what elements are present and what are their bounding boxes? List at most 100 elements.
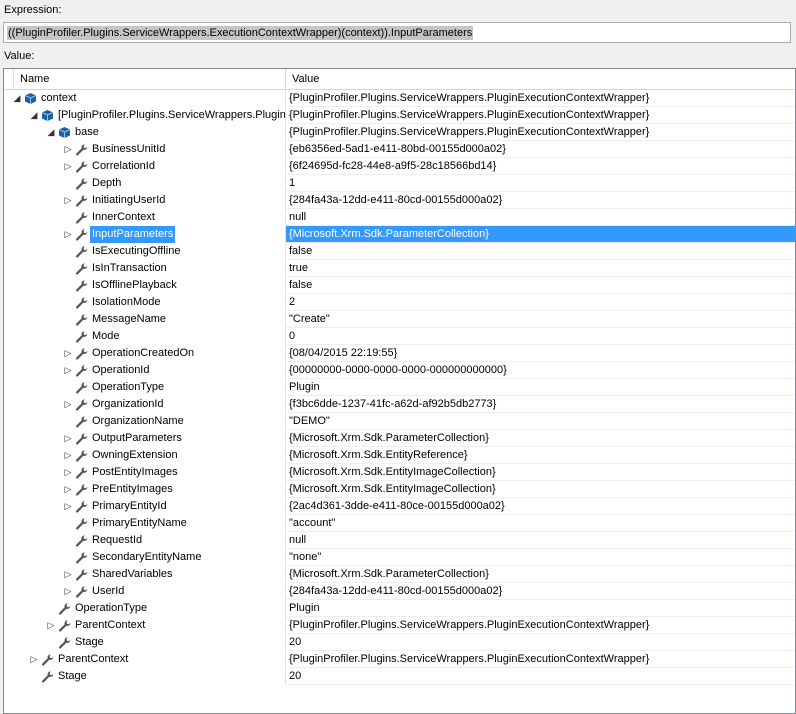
- name-cell[interactable]: InnerContext: [4, 209, 286, 226]
- name-cell[interactable]: IsExecutingOffline: [4, 243, 286, 260]
- property-value[interactable]: {284fa43a-12dd-e411-80cd-00155d000a02}: [286, 583, 795, 600]
- expand-arrow-icon[interactable]: ▷: [63, 141, 73, 158]
- property-value[interactable]: 1: [286, 175, 795, 192]
- expand-arrow-icon[interactable]: ▷: [63, 362, 73, 379]
- property-value[interactable]: Plugin: [286, 600, 795, 617]
- name-cell[interactable]: RequestId: [4, 532, 286, 549]
- table-row[interactable]: ▷ SharedVariables {Microsoft.Xrm.Sdk.Param…: [4, 566, 795, 583]
- table-row[interactable]: OperationType Plugin: [4, 379, 795, 396]
- name-cell[interactable]: Depth: [4, 175, 286, 192]
- expand-arrow-icon[interactable]: ▷: [63, 583, 73, 600]
- name-cell[interactable]: IsolationMode: [4, 294, 286, 311]
- expand-arrow-icon[interactable]: ▷: [63, 345, 73, 362]
- table-row[interactable]: IsolationMode 2: [4, 294, 795, 311]
- name-cell[interactable]: ▷ SharedVariables: [4, 566, 286, 583]
- property-value[interactable]: 20: [286, 668, 795, 685]
- property-value[interactable]: Plugin: [286, 379, 795, 396]
- name-cell[interactable]: ▷ OrganizationId: [4, 396, 286, 413]
- name-cell[interactable]: IsInTransaction: [4, 260, 286, 277]
- column-header-value[interactable]: Value: [286, 69, 795, 89]
- table-row[interactable]: OperationType Plugin: [4, 600, 795, 617]
- name-cell[interactable]: ▷ InitiatingUserId: [4, 192, 286, 209]
- name-cell[interactable]: ▷ UserId: [4, 583, 286, 600]
- name-cell[interactable]: ▷ PostEntityImages: [4, 464, 286, 481]
- name-cell[interactable]: ▷ ParentContext: [4, 617, 286, 634]
- name-cell[interactable]: ◢ base: [4, 124, 286, 141]
- table-row[interactable]: PrimaryEntityName "account": [4, 515, 795, 532]
- name-cell[interactable]: SecondaryEntityName: [4, 549, 286, 566]
- expand-arrow-icon[interactable]: ▷: [63, 158, 73, 175]
- table-row[interactable]: OrganizationName "DEMO": [4, 413, 795, 430]
- property-value[interactable]: {PluginProfiler.Plugins.ServiceWrappers.…: [286, 107, 795, 124]
- name-cell[interactable]: ▷ CorrelationId: [4, 158, 286, 175]
- property-value[interactable]: false: [286, 243, 795, 260]
- table-row[interactable]: SecondaryEntityName "none": [4, 549, 795, 566]
- table-row[interactable]: RequestId null: [4, 532, 795, 549]
- table-row[interactable]: ▷ OperationCreatedOn {08/04/2015 22:19:55}: [4, 345, 795, 362]
- table-row[interactable]: Mode 0: [4, 328, 795, 345]
- table-row[interactable]: ▷ InputParameters {Microsoft.Xrm.Sdk.Param…: [4, 226, 795, 243]
- name-cell[interactable]: OrganizationName: [4, 413, 286, 430]
- property-value[interactable]: {Microsoft.Xrm.Sdk.EntityImageCollection…: [286, 481, 795, 498]
- property-value[interactable]: "DEMO": [286, 413, 795, 430]
- table-row[interactable]: ▷ ParentContext {PluginProfiler.Plugins.Se…: [4, 617, 795, 634]
- property-value[interactable]: {Microsoft.Xrm.Sdk.ParameterCollection}: [286, 226, 795, 243]
- property-value[interactable]: {284fa43a-12dd-e411-80cd-00155d000a02}: [286, 192, 795, 209]
- property-value[interactable]: {Microsoft.Xrm.Sdk.EntityImageCollection…: [286, 464, 795, 481]
- name-cell[interactable]: ▷ InputParameters: [4, 226, 286, 243]
- watch-grid[interactable]: Name Value ◢ context {PluginProfiler.Plugi…: [3, 68, 796, 714]
- property-value[interactable]: null: [286, 209, 795, 226]
- table-row[interactable]: ▷ CorrelationId {6f24695d-fc28-44e8-a9f5-2…: [4, 158, 795, 175]
- property-value[interactable]: {08/04/2015 22:19:55}: [286, 345, 795, 362]
- name-cell[interactable]: ◢ [PluginProfiler.Plugins.ServiceWrappers…: [4, 107, 286, 124]
- expand-arrow-icon[interactable]: ▷: [63, 481, 73, 498]
- property-value[interactable]: false: [286, 277, 795, 294]
- name-cell[interactable]: Stage: [4, 634, 286, 651]
- property-value[interactable]: {eb6356ed-5ad1-e411-80bd-00155d000a02}: [286, 141, 795, 158]
- property-value[interactable]: 0: [286, 328, 795, 345]
- expand-arrow-icon[interactable]: ▷: [46, 617, 56, 634]
- name-cell[interactable]: Mode: [4, 328, 286, 345]
- name-cell[interactable]: IsOfflinePlayback: [4, 277, 286, 294]
- name-cell[interactable]: OperationType: [4, 600, 286, 617]
- property-value[interactable]: "Create": [286, 311, 795, 328]
- table-row[interactable]: ▷ OrganizationId {f3bc6dde-1237-41fc-a62d-…: [4, 396, 795, 413]
- expand-arrow-icon[interactable]: ▷: [29, 651, 39, 668]
- table-row[interactable]: Stage 20: [4, 668, 795, 685]
- expression-input[interactable]: ((PluginProfiler.Plugins.ServiceWrappers…: [3, 22, 791, 43]
- name-cell[interactable]: ▷ PreEntityImages: [4, 481, 286, 498]
- table-row[interactable]: ▷ OperationId {00000000-0000-0000-0000-000…: [4, 362, 795, 379]
- property-value[interactable]: "account": [286, 515, 795, 532]
- name-cell[interactable]: ▷ OperationCreatedOn: [4, 345, 286, 362]
- name-cell[interactable]: OperationType: [4, 379, 286, 396]
- property-value[interactable]: {Microsoft.Xrm.Sdk.EntityReference}: [286, 447, 795, 464]
- expand-arrow-icon[interactable]: ▷: [63, 566, 73, 583]
- name-cell[interactable]: ▷ OperationId: [4, 362, 286, 379]
- table-row[interactable]: IsOfflinePlayback false: [4, 277, 795, 294]
- table-row[interactable]: MessageName "Create": [4, 311, 795, 328]
- property-value[interactable]: {PluginProfiler.Plugins.ServiceWrappers.…: [286, 90, 795, 107]
- property-value[interactable]: "none": [286, 549, 795, 566]
- property-value[interactable]: {PluginProfiler.Plugins.ServiceWrappers.…: [286, 651, 795, 668]
- collapse-arrow-icon[interactable]: ◢: [46, 124, 56, 141]
- table-row[interactable]: Stage 20: [4, 634, 795, 651]
- property-value[interactable]: {PluginProfiler.Plugins.ServiceWrappers.…: [286, 124, 795, 141]
- table-row[interactable]: ▷ OutputParameters {Microsoft.Xrm.Sdk.Para…: [4, 430, 795, 447]
- property-value[interactable]: {PluginProfiler.Plugins.ServiceWrappers.…: [286, 617, 795, 634]
- column-header-name[interactable]: Name: [13, 69, 286, 89]
- table-row[interactable]: IsInTransaction true: [4, 260, 795, 277]
- table-row[interactable]: ◢ [PluginProfiler.Plugins.ServiceWrappers…: [4, 107, 795, 124]
- collapse-arrow-icon[interactable]: ◢: [29, 107, 39, 124]
- table-row[interactable]: ◢ base {PluginProfiler.Plugins.ServiceWrap…: [4, 124, 795, 141]
- name-cell[interactable]: ▷ OutputParameters: [4, 430, 286, 447]
- table-row[interactable]: InnerContext null: [4, 209, 795, 226]
- expand-arrow-icon[interactable]: ▷: [63, 430, 73, 447]
- table-row[interactable]: ▷ PostEntityImages {Microsoft.Xrm.Sdk.Enti…: [4, 464, 795, 481]
- expression-text[interactable]: ((PluginProfiler.Plugins.ServiceWrappers…: [7, 26, 474, 40]
- property-value[interactable]: {f3bc6dde-1237-41fc-a62d-af92b5db2773}: [286, 396, 795, 413]
- collapse-arrow-icon[interactable]: ◢: [12, 90, 22, 107]
- table-row[interactable]: ▷ PreEntityImages {Microsoft.Xrm.Sdk.Entit…: [4, 481, 795, 498]
- table-row[interactable]: ▷ PrimaryEntityId {2ac4d361-3dde-e411-80ce…: [4, 498, 795, 515]
- table-row[interactable]: ▷ OwningExtension {Microsoft.Xrm.Sdk.Entit…: [4, 447, 795, 464]
- property-value[interactable]: {6f24695d-fc28-44e8-a9f5-28c18566bd14}: [286, 158, 795, 175]
